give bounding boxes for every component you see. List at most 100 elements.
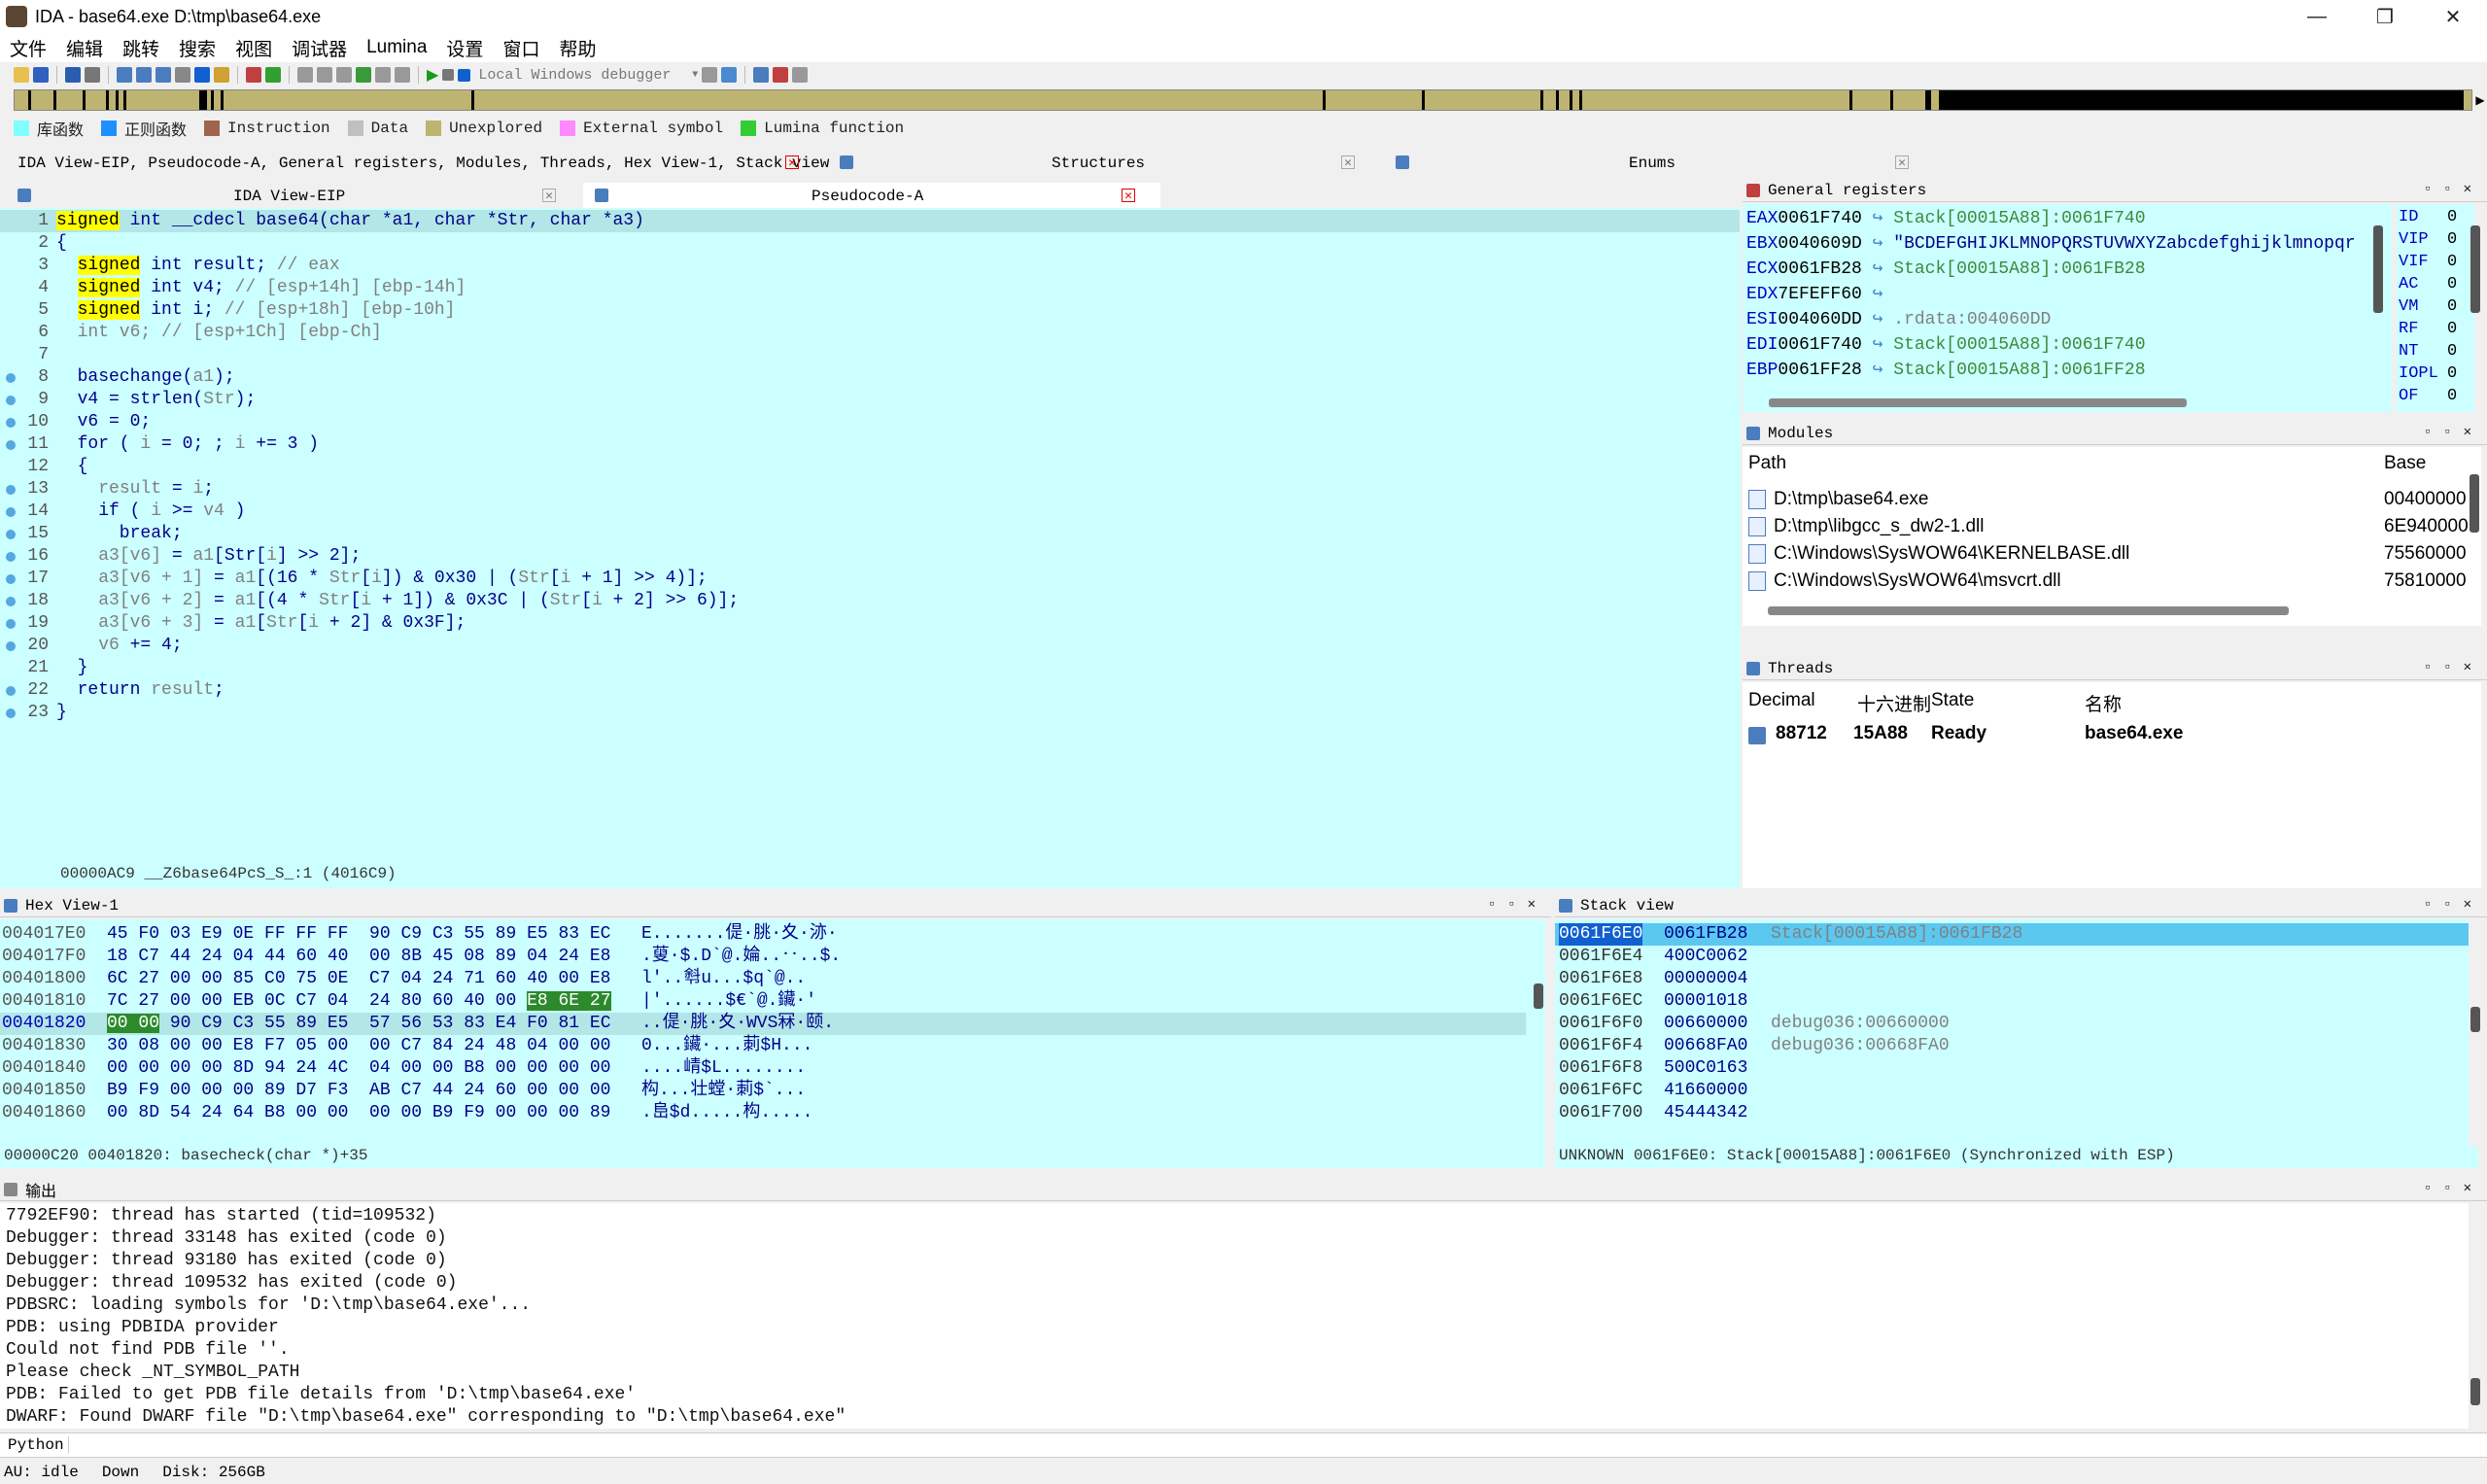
hex-row[interactable]: 00401800 6C 27 00 00 85 C0 75 0E C7 04 24… [0,968,1526,990]
code-line[interactable]: 15 break; [0,523,1740,545]
hex-row[interactable]: 00401810 7C 27 00 00 EB 0C C7 04 24 80 60… [0,990,1526,1013]
flag-row[interactable]: VIF 0 [2399,251,2457,273]
copy-icon[interactable] [117,67,132,83]
stack-row[interactable]: 0061F700 45444342 [1555,1102,2469,1124]
register-row[interactable]: EBP0061FF28 ↪ Stack[00015A88]:0061FF28 [1746,358,2146,383]
output-window[interactable]: 7792EF90: thread has started (tid=109532… [0,1203,2469,1429]
menu-lumina[interactable]: Lumina [357,37,436,58]
code-line[interactable]: 20 v6 += 4; [0,635,1740,657]
panel-controls[interactable]: ▫▫✕ [1488,896,1547,913]
panel-controls[interactable]: ▫▫✕ [2424,181,2483,197]
play-icon[interactable]: ▶ [427,65,438,85]
attach-icon[interactable] [702,67,718,83]
breakpoint-icon[interactable] [297,67,313,83]
code-line[interactable]: 16 a3[v6] = a1[Str[i] >> 2]; [0,545,1740,568]
hex-vscrollbar[interactable] [1534,984,1543,1009]
hex-row[interactable]: 00401830 30 08 00 00 E8 F7 05 00 00 C7 84… [0,1035,1526,1057]
tab-main-debug[interactable]: IDA View-EIP, Pseudocode-A, General regi… [17,155,829,172]
tab-pseudocode-active[interactable]: Pseudocode-A ✕ [583,183,1160,208]
panel-controls[interactable]: ▫▫✕ [2424,659,2483,675]
code-line[interactable]: 18 a3[v6 + 2] = a1[(4 * Str[i + 1]) & 0x… [0,590,1740,612]
flag-row[interactable]: AC 0 [2399,273,2457,295]
code-line[interactable]: 5 signed int i; // [esp+18h] [ebp-10h] [0,299,1740,322]
code-line[interactable]: 1 signed int __cdecl base64(char *a1, cha… [0,210,1740,232]
flags-view[interactable]: ID 0 VIP 0 VIF 0 AC 0 VM 0 RF 0 NT 0 IOPL 0 OF 0 [2397,204,2474,412]
menu-file[interactable]: 文件 [0,35,56,61]
panel-controls[interactable]: ▫▫✕ [2424,424,2483,440]
hex-icon[interactable] [214,67,229,83]
threads-col-decimal[interactable]: Decimal [1748,690,1815,711]
find-icon[interactable] [155,67,171,83]
modules-col-path[interactable]: Path [1748,453,1786,474]
python-button[interactable]: Python [4,1436,69,1454]
register-row[interactable]: ECX0061FB28 ↪ Stack[00015A88]:0061FB28 [1746,257,2146,282]
registers-vscrollbar[interactable] [2373,225,2383,313]
hex-row[interactable]: 00401820 00 00 90 C9 C3 55 89 E5 57 56 53… [0,1013,1526,1035]
modules-vscrollbar[interactable] [2470,474,2479,533]
stack-row[interactable]: 0061F6E4 400C0062 [1555,946,2469,968]
panel-controls[interactable]: ▫▫✕ [2424,1180,2483,1196]
lumina-icon[interactable] [265,67,281,83]
code-line[interactable]: 3 signed int result; // eax [0,255,1740,277]
flags-vscrollbar[interactable] [2470,225,2480,313]
pause-icon[interactable] [442,69,455,81]
step-over-icon[interactable] [356,67,371,83]
register-row[interactable]: EDI0061F740 ↪ Stack[00015A88]:0061F740 [1746,332,2146,358]
debugger-select[interactable]: Local Windows debugger ▼ [474,65,698,85]
module-row[interactable]: D:\tmp\libgcc_s_dw2-1.dll 6E940000 [1748,513,2477,540]
modules-hscrollbar[interactable] [1768,606,2289,615]
panel-controls[interactable]: ▫▫✕ [2424,896,2483,913]
register-row[interactable]: EDX7EFEFF60 ↪ [1746,282,1893,307]
code-line[interactable]: 10 v6 = 0; [0,411,1740,433]
stack-row[interactable]: 0061F6F4 00668FA0 debug036:00668FA0 [1555,1035,2469,1057]
registers-hscrollbar[interactable] [1769,398,2187,407]
flag-row[interactable]: VIP 0 [2399,228,2457,251]
maximize-button[interactable]: ❐ [2351,0,2419,33]
code-line[interactable]: 23} [0,702,1740,724]
tab-structures[interactable]: Structures [1052,155,1145,172]
close-icon[interactable]: ✕ [1895,155,1909,169]
stack-row[interactable]: 0061F6F0 00660000 debug036:00660000 [1555,1013,2469,1035]
threads-view[interactable]: Decimal 十六进制 State 名称 88712 15A88 Ready … [1743,682,2481,888]
code-line[interactable]: 2{ [0,232,1740,255]
navigation-band[interactable] [14,89,2472,111]
module-row[interactable]: C:\Windows\SysWOW64\KERNELBASE.dll 755600… [1748,540,2477,568]
hex-view[interactable]: 004017E0 45 F0 03 E9 0E FF FF FF 90 C9 C3… [0,919,1545,1164]
menu-debugger[interactable]: 调试器 [282,35,357,61]
flag-row[interactable]: RF 0 [2399,318,2457,340]
hex-row[interactable]: 004017E0 45 F0 03 E9 0E FF FF FF 90 C9 C3… [0,923,1526,946]
output-vscrollbar[interactable] [2470,1378,2480,1405]
close-icon[interactable]: ✕ [1122,189,1135,202]
paste-icon[interactable] [136,67,152,83]
hex-row[interactable]: 00401850 B9 F9 00 00 00 89 D7 F3 AB C7 44… [0,1080,1526,1102]
code-line[interactable]: 11 for ( i = 0; ; i += 3 ) [0,433,1740,456]
save-icon[interactable] [33,67,49,83]
threads-col-state[interactable]: State [1931,690,1974,711]
register-row[interactable]: EBX0040609D ↪ "BCDEFGHIJKLMNOPQRSTUVWXYZ… [1746,231,2356,257]
code-line[interactable]: 21 } [0,657,1740,679]
threads-col-hex[interactable]: 十六进制 [1857,690,1931,716]
stack-row[interactable]: 0061F6EC 00001018 [1555,990,2469,1013]
code-line[interactable]: 7 [0,344,1740,366]
menu-search[interactable]: 搜索 [169,35,225,61]
stack-row[interactable]: 0061F6E8 00000004 [1555,968,2469,990]
flag-row[interactable]: NT 0 [2399,340,2457,362]
flag-row[interactable]: VM 0 [2399,295,2457,318]
code-line[interactable]: 14 if ( i >= v4 ) [0,500,1740,523]
close-icon[interactable]: ✕ [785,155,799,169]
stack-row[interactable]: 0061F6F8 500C0163 [1555,1057,2469,1080]
refresh-icon[interactable] [721,67,738,83]
modules-col-base[interactable]: Base [2384,453,2426,474]
code-line[interactable]: 13 result = i; [0,478,1740,500]
flag-row[interactable]: OF 0 [2399,385,2457,407]
back-arrow-icon[interactable] [65,67,81,83]
search-text-icon[interactable] [175,67,190,83]
modules-icon[interactable] [753,67,770,83]
hex-row[interactable]: 00401840 00 00 00 00 8D 94 24 4C 04 00 00… [0,1057,1526,1080]
menu-jump[interactable]: 跳转 [113,35,169,61]
code-line[interactable]: 19 a3[v6 + 3] = a1[Str[i + 2] & 0x3F]; [0,612,1740,635]
registers-icon[interactable] [792,67,809,83]
registers-view[interactable]: EAX0061F740 ↪ Stack[00015A88]:0061F740 EB… [1743,204,2392,412]
nav-scroll-right-icon[interactable]: ▶ [2474,89,2486,111]
threads-icon[interactable] [773,67,789,83]
